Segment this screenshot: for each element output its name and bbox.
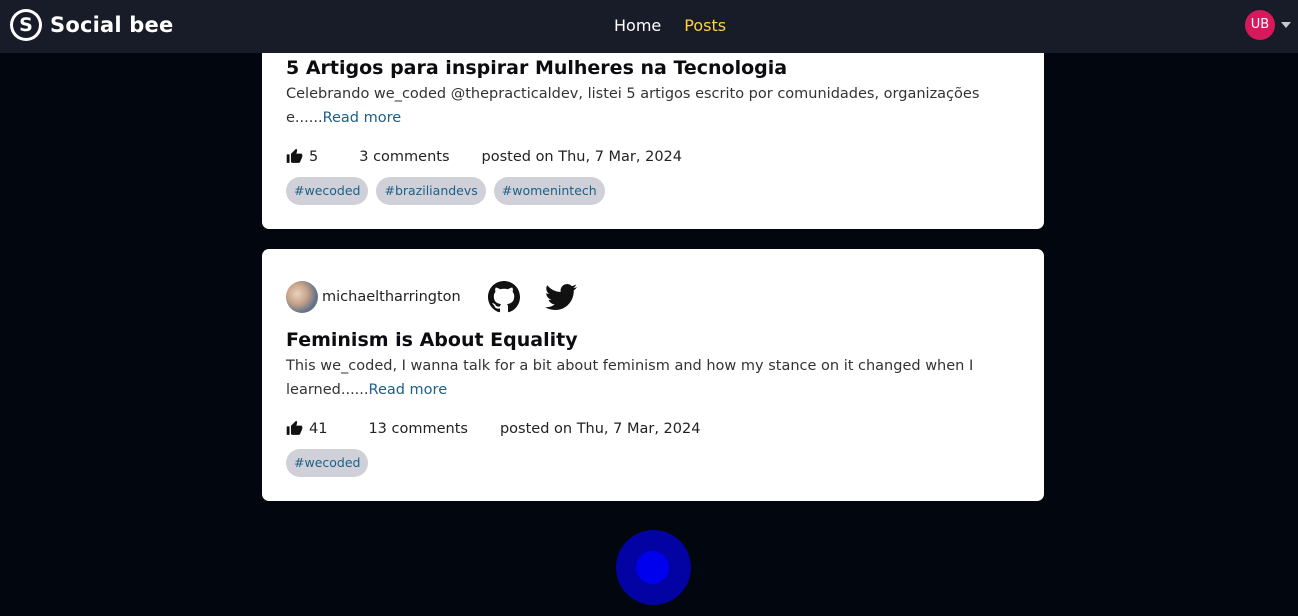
- author-row: michaeltharrington: [286, 281, 577, 313]
- post-date: posted on Thu, 7 Mar, 2024: [499, 420, 701, 437]
- loading-spinner-core: [636, 551, 669, 584]
- top-navbar: S Social bee Home Posts UB: [0, 0, 1298, 53]
- github-icon[interactable]: [487, 281, 520, 313]
- read-more-link[interactable]: Read more: [369, 382, 448, 398]
- like-count: 41: [309, 420, 328, 437]
- chevron-down-icon[interactable]: [1281, 22, 1291, 28]
- comment-count[interactable]: 3 comments: [359, 149, 449, 165]
- user-menu[interactable]: UB: [1245, 10, 1291, 40]
- post-card: michaeltharrington Feminism is About Equ…: [262, 249, 1044, 501]
- tag-chip[interactable]: #wecoded: [286, 449, 369, 477]
- brand[interactable]: S Social bee: [10, 9, 173, 41]
- nav-home-link[interactable]: Home: [614, 16, 661, 35]
- post-title[interactable]: 5 Artigos para inspirar Mulheres na Tecn…: [286, 57, 787, 79]
- brand-logo-icon: S: [10, 9, 42, 41]
- user-avatar[interactable]: UB: [1245, 10, 1275, 40]
- post-date: posted on Thu, 7 Mar, 2024: [481, 148, 683, 165]
- read-more-link[interactable]: Read more: [323, 110, 402, 126]
- post-excerpt: This we_coded, I wanna talk for a bit ab…: [286, 354, 1016, 402]
- tag-list: #wecoded: [286, 449, 376, 477]
- post-title[interactable]: Feminism is About Equality: [286, 329, 578, 351]
- author-name[interactable]: michaeltharrington: [322, 289, 461, 305]
- post-stats: 41 13 comments posted on Thu, 7 Mar, 202…: [286, 420, 700, 437]
- brand-logo-letter: S: [13, 12, 39, 38]
- loading-spinner: [616, 530, 691, 605]
- thumbs-up-icon[interactable]: [286, 420, 303, 437]
- thumbs-up-icon[interactable]: [286, 148, 303, 165]
- nav-posts-link[interactable]: Posts: [684, 16, 726, 35]
- author-avatar[interactable]: [286, 281, 318, 313]
- like-count: 5: [309, 148, 319, 165]
- brand-name: Social bee: [50, 13, 174, 37]
- tag-chip[interactable]: #wecoded: [286, 177, 369, 205]
- tag-chip[interactable]: #womenintech: [493, 177, 605, 205]
- tag-list: #wecoded #braziliandevs #womenintech: [286, 177, 613, 205]
- post-excerpt: Celebrando we_coded @thepracticaldev, li…: [286, 82, 1016, 130]
- nav-links: Home Posts: [614, 16, 726, 35]
- post-stats: 5 3 comments posted on Thu, 7 Mar, 2024: [286, 148, 682, 165]
- twitter-icon[interactable]: [544, 281, 577, 313]
- tag-chip[interactable]: #braziliandevs: [376, 177, 486, 205]
- comment-count[interactable]: 13 comments: [368, 421, 468, 437]
